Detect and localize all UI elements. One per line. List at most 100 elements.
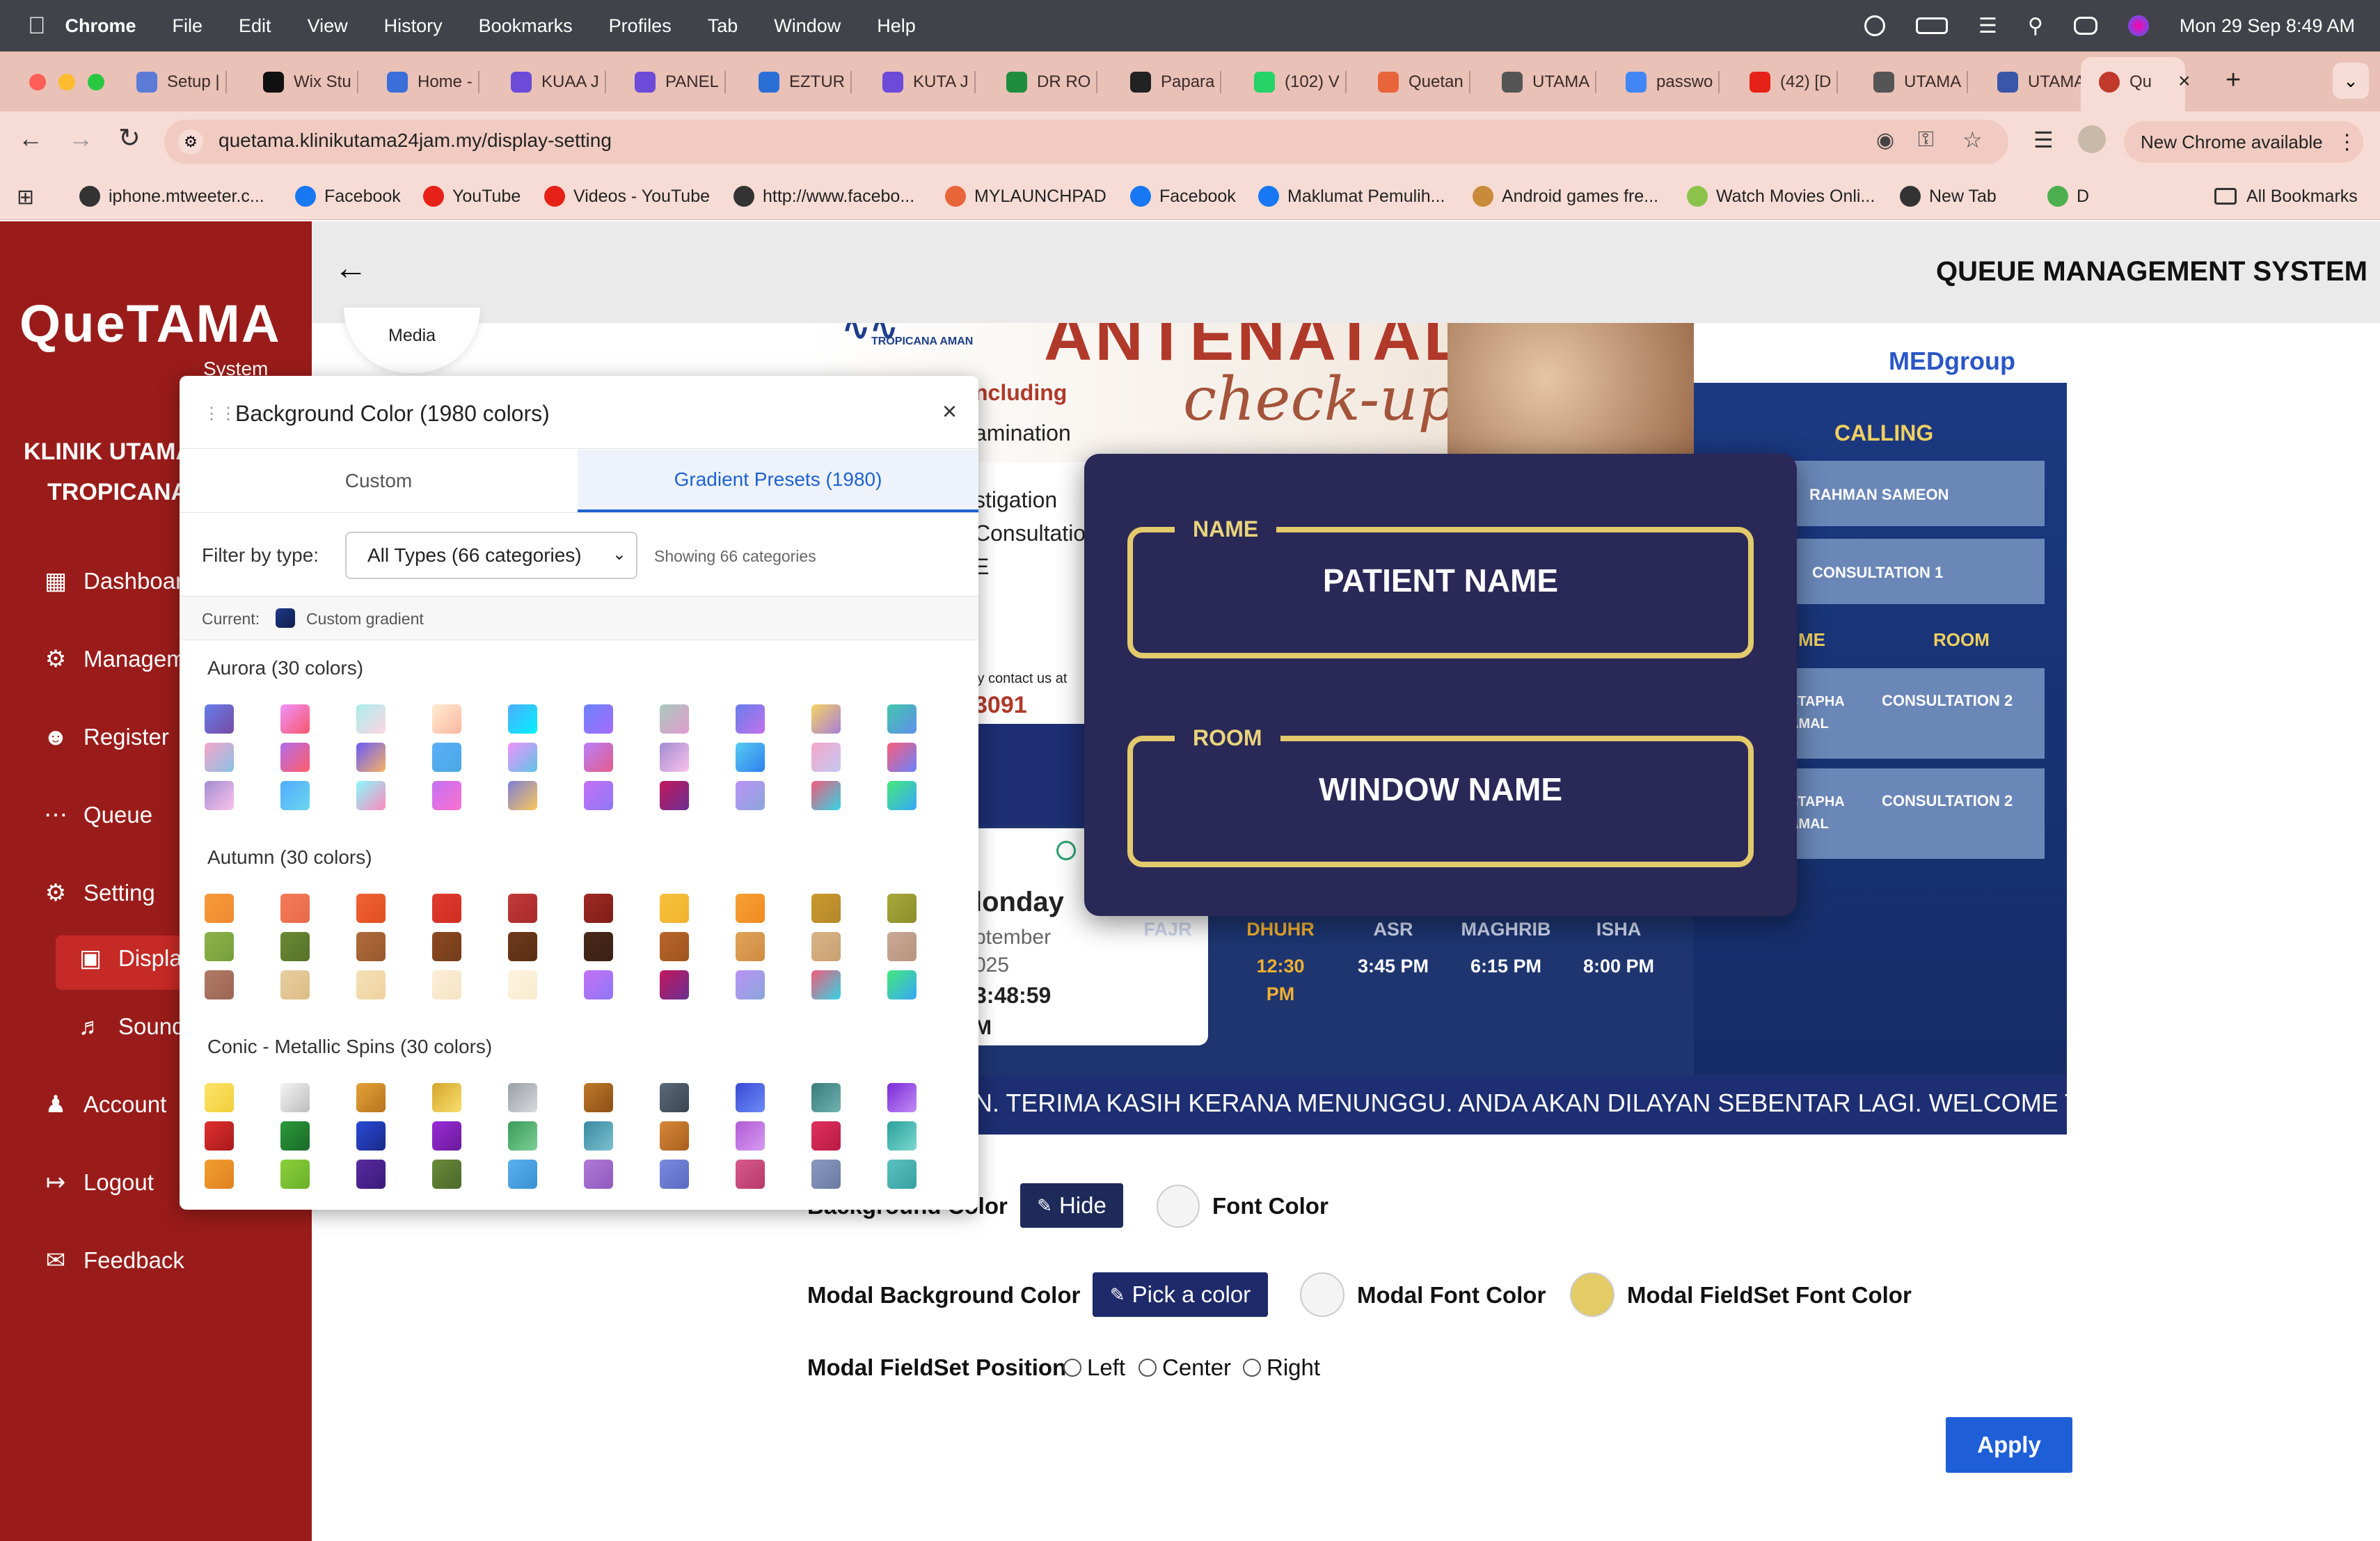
pick-color-button[interactable]: ✎ Pick a color (1093, 1272, 1268, 1317)
browser-tab[interactable]: EZTUR (759, 61, 852, 103)
color-swatch[interactable] (280, 932, 310, 961)
back-icon[interactable]: ← (18, 124, 43, 153)
browser-tab[interactable]: KUAA J (511, 61, 606, 103)
color-swatch[interactable] (584, 704, 613, 734)
color-swatch[interactable] (205, 1160, 234, 1189)
color-swatch[interactable] (887, 970, 917, 999)
color-swatch[interactable] (356, 1160, 386, 1189)
font-color-swatch[interactable] (1157, 1185, 1200, 1228)
location-icon[interactable]: ◉ (1876, 128, 1894, 152)
color-swatch[interactable] (356, 932, 386, 961)
color-swatch[interactable] (508, 1160, 537, 1189)
url-text[interactable]: quetama.klinikutama24jam.my/display-sett… (219, 129, 612, 152)
more-menu-icon[interactable]: ⋮ (2337, 130, 2358, 155)
address-bar[interactable]: ⚙ quetama.klinikutama24jam.my/display-se… (164, 120, 2008, 164)
color-swatch[interactable] (736, 932, 765, 961)
color-swatch[interactable] (280, 1083, 310, 1112)
color-swatch[interactable] (205, 894, 234, 923)
color-swatch[interactable] (584, 1083, 613, 1112)
menu-window[interactable]: Window (774, 15, 841, 37)
color-swatch[interactable] (356, 743, 386, 772)
color-swatch[interactable] (205, 743, 234, 772)
bookmark-item[interactable]: MYLAUNCHPAD (945, 173, 1106, 220)
bookmark-item[interactable]: iphone.mtweeter.c... (79, 173, 264, 220)
color-swatch[interactable] (887, 1083, 917, 1112)
battery-icon[interactable] (1915, 17, 1948, 34)
color-swatch[interactable] (508, 704, 537, 734)
color-swatch[interactable] (887, 932, 917, 961)
password-key-icon[interactable]: ⚿ (1918, 128, 1934, 152)
nav-dashboard[interactable]: ▦ Dashboard (43, 568, 196, 594)
bookmark-item[interactable]: Facebook (295, 173, 401, 220)
color-swatch[interactable] (584, 970, 613, 999)
color-swatch[interactable] (811, 704, 841, 734)
apps-grid-icon[interactable]: ⊞ (17, 185, 34, 210)
position-center-label[interactable]: Center (1162, 1354, 1231, 1381)
color-swatch[interactable] (205, 970, 234, 999)
color-swatch[interactable] (584, 781, 613, 810)
browser-tab[interactable]: UTAMA (1997, 61, 2093, 103)
browser-tab[interactable]: Home - (387, 61, 479, 103)
bookmark-item[interactable]: http://www.facebo... (733, 173, 914, 220)
color-swatch[interactable] (660, 1160, 689, 1189)
menu-profiles[interactable]: Profiles (609, 15, 672, 37)
browser-tab[interactable]: (42) [D (1750, 61, 1839, 103)
color-swatch[interactable] (432, 1121, 461, 1151)
color-swatch[interactable] (280, 1121, 310, 1151)
nav-register[interactable]: ☻ Register (43, 724, 169, 750)
color-swatch[interactable] (811, 1160, 841, 1189)
color-swatch[interactable] (887, 894, 917, 923)
color-swatch[interactable] (584, 1121, 613, 1151)
bookmark-item[interactable]: Facebook (1130, 173, 1236, 220)
browser-tab[interactable]: (102) V (1254, 61, 1347, 103)
color-swatch[interactable] (736, 743, 765, 772)
color-swatch[interactable] (432, 1160, 461, 1189)
tab-gradient-presets[interactable]: Gradient Presets (1980) (578, 450, 978, 512)
color-swatch[interactable] (660, 1121, 689, 1151)
color-swatch[interactable] (736, 1121, 765, 1151)
tab-custom[interactable]: Custom (180, 450, 578, 512)
bookmark-star-icon[interactable]: ☆ (1962, 127, 1983, 153)
color-swatch[interactable] (887, 781, 917, 810)
color-swatch[interactable] (356, 970, 386, 999)
bookmark-item[interactable]: New Tab (1900, 173, 1997, 220)
menu-tab[interactable]: Tab (708, 15, 738, 37)
color-swatch[interactable] (811, 743, 841, 772)
browser-tab[interactable]: Wix Stu (263, 61, 358, 103)
position-center-radio[interactable] (1139, 1359, 1157, 1377)
color-swatch[interactable] (584, 743, 613, 772)
position-left-label[interactable]: Left (1087, 1354, 1125, 1381)
menu-help[interactable]: Help (877, 15, 916, 37)
color-swatch[interactable] (508, 1121, 537, 1151)
nav-logout[interactable]: ↦ Logout (43, 1169, 154, 1196)
nav-setting[interactable]: ⚙ Setting (43, 880, 155, 906)
color-swatch[interactable] (811, 970, 841, 999)
play-icon[interactable] (1864, 15, 1885, 36)
close-icon[interactable]: × (942, 397, 957, 426)
bookmark-item[interactable]: Maklumat Pemulih... (1258, 173, 1445, 220)
color-swatch[interactable] (432, 932, 461, 961)
drag-handle-icon[interactable]: ⋮⋮ (203, 404, 237, 424)
color-swatch[interactable] (660, 743, 689, 772)
window-zoom-dot[interactable] (88, 74, 104, 90)
color-swatch[interactable] (508, 781, 537, 810)
color-swatch[interactable] (205, 704, 234, 734)
color-swatch[interactable] (736, 1083, 765, 1112)
color-swatch[interactable] (280, 1160, 310, 1189)
color-swatch[interactable] (432, 970, 461, 999)
color-swatch[interactable] (660, 970, 689, 999)
bookmark-item[interactable]: Android games fre... (1473, 173, 1658, 220)
color-swatch[interactable] (280, 704, 310, 734)
color-swatch[interactable] (205, 1121, 234, 1151)
color-swatch[interactable] (280, 894, 310, 923)
update-chrome-button[interactable]: New Chrome available ⋮ (2124, 121, 2363, 163)
color-swatch[interactable] (736, 704, 765, 734)
tab-close-icon[interactable]: × (2178, 70, 2191, 93)
color-swatch[interactable] (356, 781, 386, 810)
bookmark-item[interactable]: Watch Movies Onli... (1687, 173, 1875, 220)
filter-type-select[interactable]: All Types (66 categories) ⌄ (345, 532, 637, 579)
color-swatch[interactable] (356, 704, 386, 734)
browser-tab[interactable]: Papara (1130, 61, 1222, 103)
hide-button[interactable]: ✎ Hide (1020, 1183, 1123, 1228)
all-bookmarks[interactable]: All Bookmarks (2214, 173, 2358, 220)
